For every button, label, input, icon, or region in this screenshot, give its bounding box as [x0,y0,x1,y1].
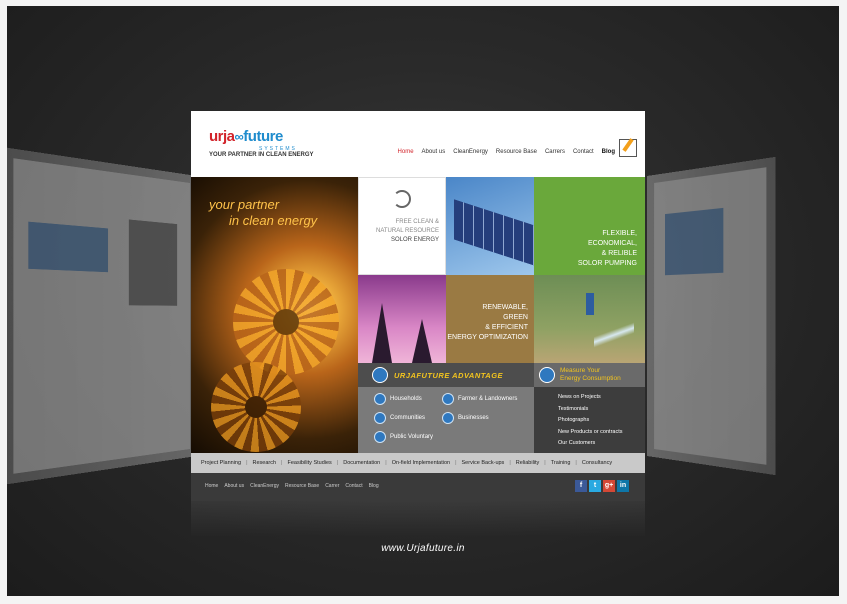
footer-cleanenergy[interactable]: CleanEnergy [250,483,279,489]
sun-icon [393,190,411,208]
pylon-image-2 [412,319,432,363]
service-documentation[interactable]: Documentation [343,460,380,466]
link-news-on-projects[interactable]: News on Projects [558,392,645,404]
link-testimonials[interactable]: Testimonials [558,404,645,416]
nav-resource-base[interactable]: Resource Base [496,149,537,155]
service-reliability[interactable]: Reliability [516,460,540,466]
nav-contact[interactable]: Contact [573,149,594,155]
tile-solar-text-3: SOLOR ENERGY [390,237,439,243]
households-icon [374,393,386,405]
logo-word-urja: urja [209,128,235,145]
solar-panel-image [454,199,534,267]
site-url: www.Urjafuture.in [381,543,465,554]
public-voluntary-icon [374,431,386,443]
site-header: urja∞future SYSTEMS YOUR PARTNER IN CLEA… [191,111,645,177]
water-flow-image [594,315,634,355]
pylon-image [372,303,392,363]
facebook-icon[interactable]: f [575,480,587,492]
tile-pumping-text-3: & RELIBLE [601,250,637,257]
pencil-icon[interactable] [619,139,637,157]
tile-solar-text-1: FREE CLEAN & [395,219,439,225]
nav-home[interactable]: Home [398,149,414,155]
right-preview-panel [647,156,776,476]
tile-power-lines-photo[interactable] [358,275,446,363]
nav-about[interactable]: About us [422,149,446,155]
google-plus-icon[interactable]: g+ [603,480,615,492]
service-consultancy[interactable]: Consultancy [582,460,612,466]
service-training[interactable]: Training [551,460,571,466]
tile-pumping-text-4: SOLOR PUMPING [577,260,637,267]
site-footer: Home About us CleanEnergy Resource Base … [191,473,645,501]
advantage-businesses[interactable]: Businesses [442,412,489,424]
tile-optim-text-3: & EFFICIENT [485,324,528,331]
nav-cleanenergy[interactable]: CleanEnergy [453,149,488,155]
service-feasibility[interactable]: Feasibility Studies [287,460,331,466]
footer-resource-base[interactable]: Resource Base [285,483,319,489]
tile-solar-panel-photo[interactable] [446,177,534,275]
advantage-farmers[interactable]: Farmer & Landowners [442,393,517,405]
businesses-icon [442,412,454,424]
footer-links: Home About us CleanEnergy Resource Base … [205,483,379,489]
link-photographs[interactable]: Photographs [558,415,645,427]
logo-word-future: future [243,128,283,145]
tile-solar-text-2: NATURAL RESOURCE [375,228,439,234]
gauge-icon [539,367,555,383]
service-project-planning[interactable]: Project Planning [201,460,241,466]
brand-logo[interactable]: urja∞future SYSTEMS YOUR PARTNER IN CLEA… [209,128,314,158]
tile-pumping-text-1: FLEXIBLE, [602,230,637,237]
globe-icon [372,367,388,383]
tile-solar-pumping[interactable]: FLEXIBLE, ECONOMICAL, & RELIBLE SOLOR PU… [534,177,645,275]
advantage-panel: URJAFUTURE ADVANTAGE Households Farmer &… [358,363,534,453]
measure-panel: Measure Your Energy Consumption News on … [534,363,645,453]
footer-home[interactable]: Home [205,483,218,489]
mockup-reflection [191,501,645,536]
advantage-title: URJAFUTURE ADVANTAGE [394,371,504,380]
hero-line2: in clean energy [229,213,318,228]
logo-tagline: YOUR PARTNER IN CLEAN ENERGY [209,152,314,158]
services-bar: Project Planning | Research | Feasibility … [191,453,645,473]
social-links: f t g+ in [575,480,629,492]
tile-solar-energy[interactable]: FREE CLEAN & NATURAL RESOURCE SOLOR ENER… [358,177,446,275]
farmer-icon [442,393,454,405]
footer-carrer[interactable]: Carrer [325,483,339,489]
showcase-background: urja∞future SYSTEMS YOUR PARTNER IN CLEA… [7,6,839,596]
advantage-households[interactable]: Households [374,393,422,405]
nav-blog[interactable]: Blog [602,149,615,155]
measure-energy-link[interactable]: Measure Your Energy Consumption [534,363,645,387]
tile-optim-text-4: ENERGY OPTIMIZATION [447,334,528,341]
twitter-icon[interactable]: t [589,480,601,492]
linkedin-icon[interactable]: in [617,480,629,492]
measure-title-2: Energy Consumption [560,375,621,382]
footer-about[interactable]: About us [224,483,244,489]
measure-title-1: Measure Your [560,367,601,374]
advantage-public-voluntary[interactable]: Public Voluntary [374,431,433,443]
service-research[interactable]: Research [253,460,277,466]
footer-blog[interactable]: Blog [369,483,379,489]
tile-energy-optimization[interactable]: RENEWABLE, GREEN & EFFICIENT ENERGY OPTI… [446,275,534,363]
tile-water-pump-photo[interactable] [534,275,645,363]
infinity-icon: ∞ [234,129,244,144]
footer-contact[interactable]: Contact [345,483,362,489]
link-new-products[interactable]: New Products or contracts [558,427,645,439]
service-onfield[interactable]: On-field Implementation [392,460,450,466]
communities-icon [374,412,386,424]
advantage-communities[interactable]: Communities [374,412,425,424]
service-backups[interactable]: Service Back-ups [462,460,505,466]
tile-optim-text-2: GREEN [503,314,528,321]
tile-optim-text-1: RENEWABLE, [482,304,528,311]
hero-image: your partner in clean energy [191,177,358,453]
sunflower-image-2 [211,362,301,452]
nav-carrers[interactable]: Carrers [545,149,565,155]
link-our-customers[interactable]: Our Customers [558,438,645,450]
left-preview-panel [7,147,197,485]
website-mockup: urja∞future SYSTEMS YOUR PARTNER IN CLEA… [191,111,645,501]
hero-line1: your partner [209,197,280,212]
main-nav: Home About us CleanEnergy Resource Base … [398,149,615,155]
tile-pumping-text-2: ECONOMICAL, [587,240,637,247]
sunflower-image [233,269,339,375]
farmer-image [586,293,594,315]
